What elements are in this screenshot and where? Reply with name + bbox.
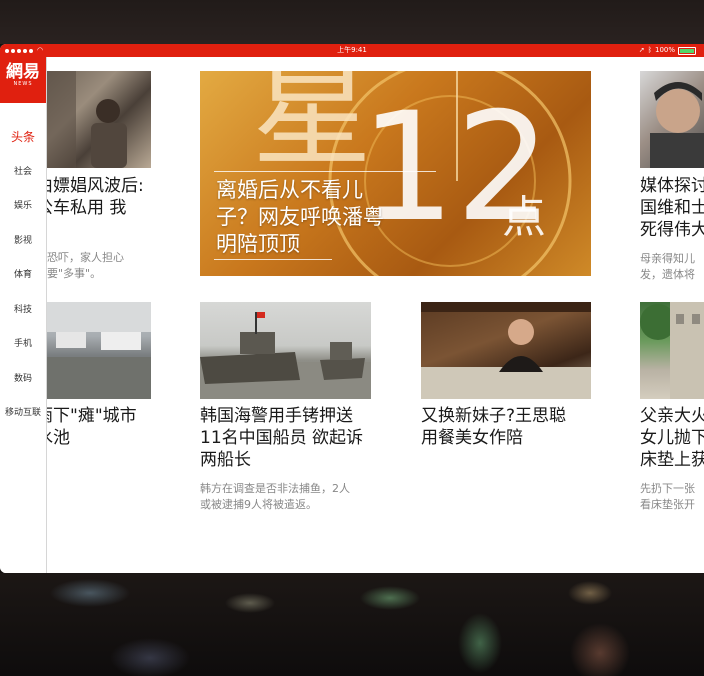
logo-text: 網易: [6, 62, 40, 82]
sidebar-item-headlines[interactable]: 头条: [0, 128, 46, 145]
bluetooth-icon: ᛒ: [647, 46, 652, 54]
sidebar-item-entertainment[interactable]: 娱乐: [0, 198, 46, 211]
status-time: 上午9:41: [337, 46, 367, 54]
article-title[interactable]: 由嫖娼风波后: 公车私用 我: [46, 175, 144, 219]
article-thumbnail[interactable]: [640, 302, 704, 399]
article-title[interactable]: 韩国海警用手铐押送 11名中国船员 欲起诉 两船长: [200, 405, 363, 471]
article-thumbnail[interactable]: [640, 71, 704, 168]
status-bar: ◠ 上午9:41 ➚ ᛒ 100%: [0, 44, 704, 57]
flood-photo: [46, 302, 151, 399]
person-photo: [46, 71, 127, 168]
background-bottom: [0, 573, 704, 676]
boats-photo: [200, 312, 371, 399]
sidebar-item-society[interactable]: 社会: [0, 164, 46, 177]
article-summary: 遭恐吓，家人担心 不要"多事"。: [46, 251, 124, 280]
sidebar-item-film[interactable]: 影视: [0, 233, 46, 246]
hero-bg-char-2: 点: [502, 192, 546, 243]
building-photo: [640, 302, 704, 399]
article-title[interactable]: 父亲大火 女儿抛下 床垫上获: [640, 405, 704, 471]
sidebar-item-mobile[interactable]: 手机: [0, 336, 46, 349]
hero-divider: [214, 171, 436, 172]
article-title[interactable]: 媒体探讨 国维和士 死得伟大: [640, 175, 704, 241]
location-icon: ➚: [638, 46, 645, 54]
battery-icon: [678, 46, 696, 55]
background-top: [0, 0, 704, 44]
news-feed: 由嫖娼风波后: 公车私用 我 遭恐吓，家人担心 不要"多事"。 星 12 点 离…: [46, 57, 704, 573]
person-photo: [650, 82, 704, 168]
sidebar: 網易 NEWS 头条 社会 娱乐 影视 体育 科技 手机 数码 移动互联: [0, 57, 47, 573]
article-thumbnail[interactable]: [421, 302, 591, 399]
article-summary: 先扔下一张 看床垫张开: [640, 482, 695, 511]
article-thumbnail[interactable]: [46, 71, 151, 168]
article-thumbnail[interactable]: [200, 302, 371, 399]
hero-title[interactable]: 离婚后从不看儿 子？网友呼唤潘粤 明陪顶顶: [216, 177, 384, 258]
article-title[interactable]: 又换新妹子?王思聪 用餐美女作陪: [421, 405, 566, 449]
hero-banner[interactable]: 星 12 点 离婚后从不看儿 子？网友呼唤潘粤 明陪顶顶: [200, 71, 591, 276]
hero-divider-bottom: [214, 259, 332, 260]
article-title[interactable]: 雨下"瘫"城市 水池: [46, 405, 137, 449]
sidebar-item-mobile-internet[interactable]: 移动互联: [0, 405, 46, 418]
article-summary: 母亲得知儿 发，遗体将: [640, 252, 695, 281]
sidebar-item-tech[interactable]: 科技: [0, 302, 46, 315]
hero-bg-char: 星: [252, 71, 372, 183]
article-summary: 韩方在调查是否非法捕鱼，2人 或被逮捕9人将被遣返。: [200, 482, 350, 511]
dining-photo: [421, 302, 591, 399]
app-logo[interactable]: 網易 NEWS: [0, 57, 46, 103]
article-thumbnail[interactable]: [46, 302, 151, 399]
battery-percent: 100%: [654, 46, 675, 54]
sidebar-item-digital[interactable]: 数码: [0, 371, 46, 384]
ipad-screen: ◠ 上午9:41 ➚ ᛒ 100% 網易 NEWS 头条 社会 娱乐 影视 体育…: [0, 44, 704, 573]
sidebar-item-sports[interactable]: 体育: [0, 267, 46, 280]
